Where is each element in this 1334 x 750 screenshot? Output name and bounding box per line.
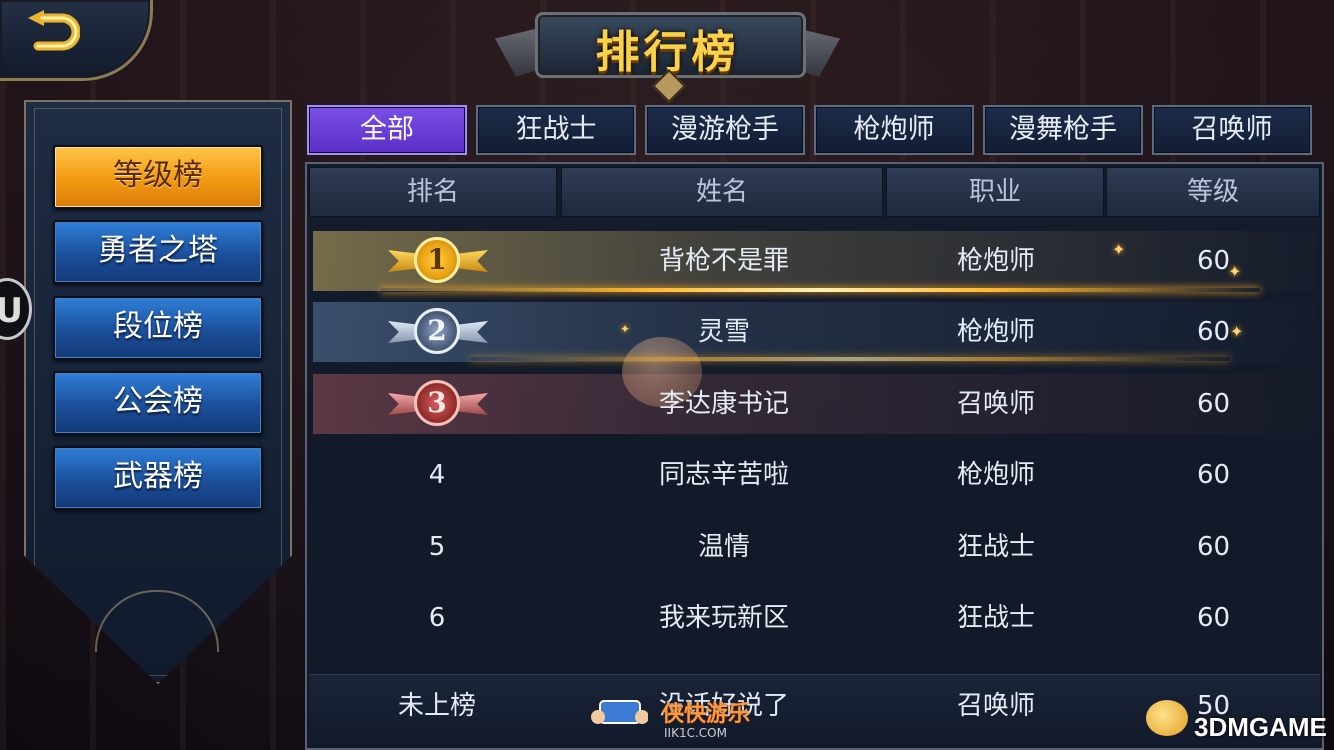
row-1-level: 60 [1196,246,1231,276]
row-2-name: 灵雪 [697,317,750,347]
header-name: 姓名 [561,167,883,217]
self-rank: 未上榜 [397,691,476,721]
sidebar-item-weapon-rank[interactable]: 武器榜 [53,446,263,510]
row-5-level: 60 [1196,532,1231,562]
phone-watermark-icon [590,693,649,733]
3dm-mascot-icon [1146,700,1188,736]
sidebar-item-guild-rank[interactable]: 公会榜 [53,371,263,435]
tab-artillery[interactable]: 枪炮师 [814,105,974,155]
row-6-level: 60 [1196,603,1231,633]
row-5-name: 温情 [697,532,750,562]
row-2-job: 枪炮师 [956,317,1035,347]
sparkle-effect [380,288,1260,292]
row-6-rank: 6 [428,603,446,633]
sidebar-item-brave-tower[interactable]: 勇者之塔 [53,220,263,284]
title-banner: 排行榜 [495,4,840,103]
row-4-level: 60 [1196,460,1231,490]
sidebar-item-tier-rank[interactable]: 段位榜 [53,296,263,360]
row-2-level: 60 [1196,317,1231,347]
header-job: 职业 [886,167,1104,217]
row-3-job: 召唤师 [956,389,1035,419]
header-level: 等级 [1106,167,1320,217]
watermark-3dmgame: 3DMGAME [1194,712,1327,742]
sidebar-item-level-rank[interactable]: 等级榜 [53,145,263,209]
sparkle-effect [470,357,1230,361]
row-5-job: 狂战士 [956,532,1035,562]
row-5-rank: 5 [428,532,446,562]
medal-rank-2: 2 [414,308,460,354]
row-6-job: 狂战士 [956,603,1035,633]
row-6-name: 我来玩新区 [658,603,789,633]
tab-berserker[interactable]: 狂战士 [476,105,636,155]
medal-rank-1: 1 [414,237,460,283]
watermark-left-text: 侠快游乐 [662,702,751,727]
watermark-left-sub: IIK1C.COM [664,726,727,740]
silver-medal-icon: 2 [388,305,488,361]
tab-roaming-gunner[interactable]: 漫游枪手 [645,105,805,155]
row-4-rank: 4 [428,460,446,490]
row-3-level: 60 [1196,389,1231,419]
row-4-name: 同志辛苦啦 [658,460,789,490]
tab-all[interactable]: 全部 [307,105,467,155]
self-job: 召唤师 [956,691,1035,721]
tab-dancing-gunner[interactable]: 漫舞枪手 [983,105,1143,155]
bronze-medal-icon: 3 [388,377,488,433]
tab-summoner[interactable]: 召唤师 [1152,105,1312,155]
header-rank: 排名 [309,167,557,217]
row-1-job: 枪炮师 [956,246,1035,276]
row-4-job: 枪炮师 [956,460,1035,490]
row-3-name: 李达康书记 [658,389,789,419]
row-1-name: 背枪不是罪 [658,246,789,276]
medal-rank-3: 3 [414,380,460,426]
return-arrow-icon [24,10,81,60]
gold-medal-icon: 1 [388,234,488,290]
